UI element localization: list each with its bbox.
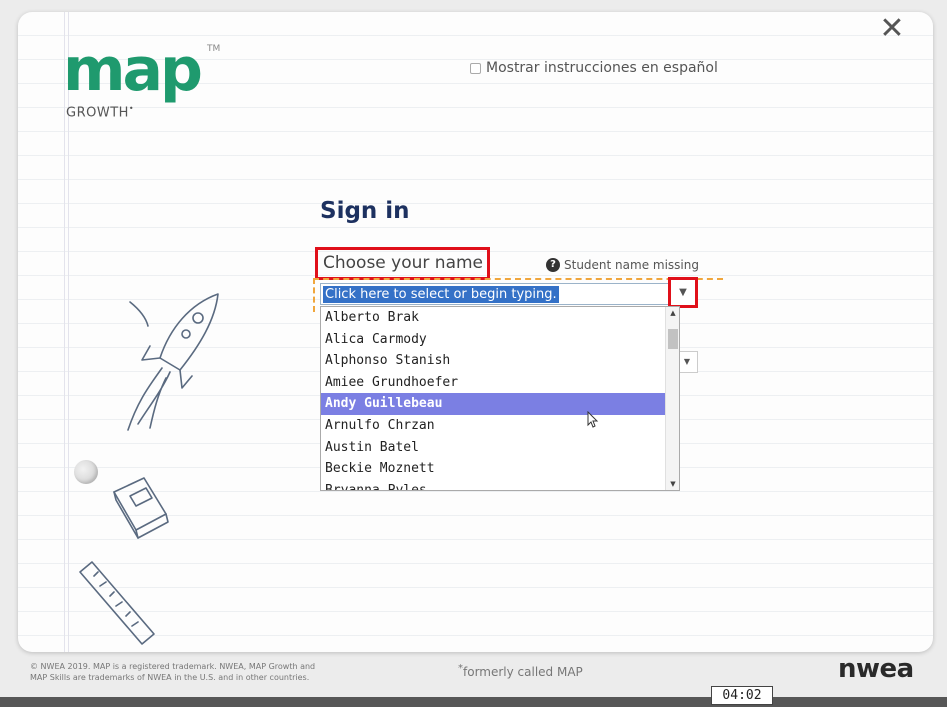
nwea-logo: nwea (838, 654, 914, 684)
question-circle-icon: ? (546, 258, 560, 272)
legal-line-1: © NWEA 2019. MAP is a registered tradema… (30, 662, 316, 671)
formerly-called-note: *formerly called MAP (458, 663, 583, 679)
legal-notice: © NWEA 2019. MAP is a registered tradema… (30, 661, 430, 683)
chevron-down-icon: ▼ (679, 287, 687, 298)
student-name-missing-link[interactable]: ? Student name missing (546, 258, 699, 272)
scrollbar-thumb[interactable] (668, 329, 678, 349)
round-button-decoration (74, 460, 98, 484)
focus-outline (313, 278, 315, 312)
name-option[interactable]: Alphonso Stanish (321, 350, 665, 372)
logo-wordmark: map (63, 35, 203, 105)
ruler-icon (79, 561, 155, 645)
legal-line-2: MAP Skills are trademarks of NWEA in the… (30, 673, 310, 682)
formerly-text: formerly called MAP (463, 665, 583, 679)
bottom-taskbar (0, 697, 947, 707)
name-option-highlighted[interactable]: Andy Guillebeau (321, 393, 665, 415)
session-timer: 04:02 (711, 686, 773, 705)
close-icon[interactable]: ✕ (877, 14, 907, 44)
scroll-up-arrow-icon[interactable]: ▲ (666, 307, 679, 319)
spanish-instructions-toggle[interactable]: Mostrar instrucciones en español (470, 60, 718, 76)
mouse-cursor-icon (587, 411, 599, 428)
map-growth-logo: map TM GROWTH• (63, 35, 253, 120)
spanish-checkbox[interactable] (470, 62, 481, 74)
student-name-missing-label: Student name missing (564, 258, 699, 272)
focus-outline (313, 278, 723, 280)
name-option[interactable]: Arnulfo Chrzan (321, 415, 665, 437)
chevron-down-icon: ▼ (683, 357, 691, 366)
rocket-icon (127, 293, 219, 431)
name-option[interactable]: Bryanna Pyles (321, 480, 665, 490)
page-title: Sign in (320, 198, 410, 224)
logo-subtitle-mark: • (128, 104, 135, 113)
name-combobox-input[interactable]: Click here to select or begin typing. (320, 283, 670, 305)
logo-subtitle-text: GROWTH (66, 105, 129, 121)
name-option[interactable]: Beckie Moznett (321, 458, 665, 480)
name-dropdown-button[interactable]: ▼ (668, 277, 698, 308)
scroll-down-arrow-icon[interactable]: ▼ (666, 478, 679, 490)
spanish-label: Mostrar instrucciones en español (486, 60, 718, 76)
combobox-selected-text: Click here to select or begin typing. (323, 286, 559, 303)
choose-name-label: Choose your name (315, 247, 490, 280)
name-option[interactable]: Amiee Grundhoefer (321, 372, 665, 394)
name-option[interactable]: Austin Batel (321, 437, 665, 459)
book-icon (113, 477, 169, 539)
listbox-scrollbar[interactable]: ▲ ▼ (665, 307, 679, 490)
logo-trademark: TM (207, 44, 221, 54)
name-option[interactable]: Alica Carmody (321, 329, 665, 351)
name-listbox[interactable]: Alberto Brak Alica Carmody Alphonso Stan… (320, 306, 680, 491)
logo-subtitle: GROWTH• (66, 104, 134, 120)
name-option[interactable]: Alberto Brak (321, 307, 665, 329)
